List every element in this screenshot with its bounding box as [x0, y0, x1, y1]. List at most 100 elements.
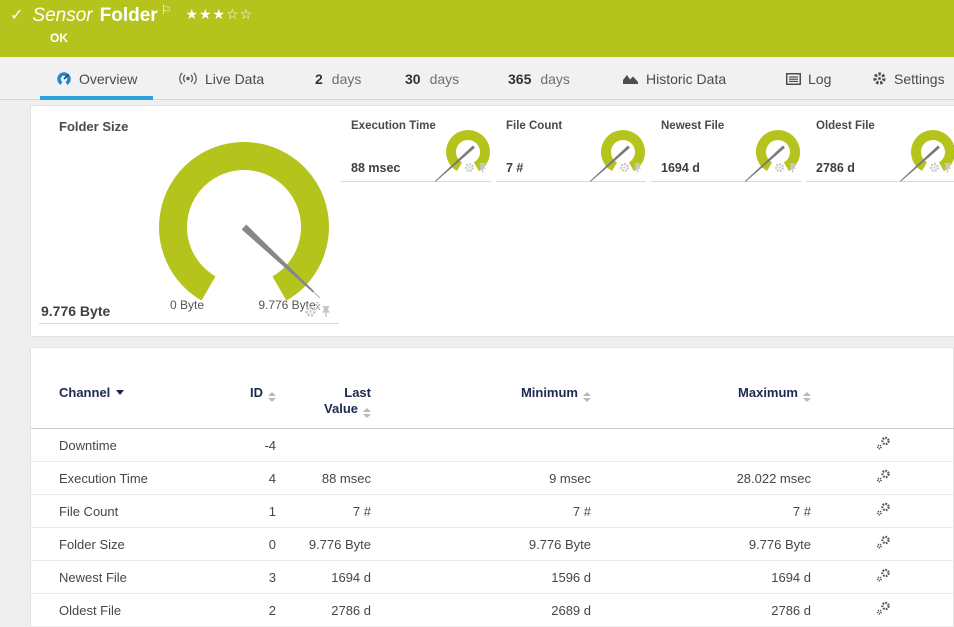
sort-desc-icon — [116, 390, 125, 395]
channel-name[interactable]: File Count — [31, 494, 221, 528]
gauge-value: 1694 d — [661, 161, 700, 175]
gauge-title: Folder Size — [59, 119, 129, 134]
table-row[interactable]: Execution Time 4 88 msec 9 msec 28.022 m… — [31, 461, 954, 495]
sensor-name: Folder — [99, 5, 158, 26]
gauge-icon — [57, 71, 71, 86]
gauge-title: File Count — [506, 120, 563, 132]
gauge-title: Oldest File — [816, 120, 875, 132]
channel-name[interactable]: Downtime — [31, 428, 221, 462]
channel-maximum — [591, 428, 811, 462]
tab-30-days[interactable]: 30 days — [405, 57, 459, 100]
channel-last-value: 9.776 Byte — [276, 527, 371, 561]
channel-minimum: 7 # — [371, 494, 591, 528]
channel-last-value: 7 # — [276, 494, 371, 528]
channel-id: -4 — [221, 428, 276, 462]
channel-name[interactable]: Oldest File — [31, 593, 221, 627]
gauge-tile-oldest-file[interactable]: Oldest File 2786 d — [806, 114, 954, 182]
sensor-type-label: Sensor — [32, 5, 93, 26]
tab-label: Historic Data — [646, 70, 727, 87]
status-ok-check-icon: ✓ — [10, 7, 24, 24]
tab-label: Live Data — [205, 70, 265, 87]
column-header-last-value[interactable]: Last Value — [276, 382, 371, 429]
channel-maximum: 1694 d — [591, 560, 811, 594]
status-badge: OK — [50, 31, 68, 45]
tab-label: days — [429, 70, 460, 87]
gauge-settings-gear-icon[interactable] — [929, 162, 940, 173]
channel-settings-gears-icon[interactable] — [876, 535, 891, 550]
channel-name[interactable]: Execution Time — [31, 461, 221, 495]
tab-bar: Overview Live Data 2 days 30 days 365 da… — [0, 57, 954, 100]
table-row[interactable]: Folder Size 0 9.776 Byte 9.776 Byte 9.77… — [31, 527, 954, 561]
sort-icon — [583, 392, 591, 402]
column-header-channel[interactable]: Channel — [31, 382, 221, 429]
gauge-title: Newest File — [661, 120, 725, 132]
channel-last-value: 88 msec — [276, 461, 371, 495]
tab-live-data[interactable]: Live Data — [178, 57, 264, 100]
channel-minimum: 9.776 Byte — [371, 527, 591, 561]
channel-id: 3 — [221, 560, 276, 594]
column-header-id[interactable]: ID — [221, 382, 276, 429]
sort-icon — [363, 408, 371, 418]
pin-icon[interactable] — [633, 162, 642, 173]
column-header-minimum[interactable]: Minimum — [371, 382, 591, 429]
pin-icon[interactable] — [478, 162, 487, 173]
tab-label: days — [540, 70, 570, 87]
channel-minimum: 1596 d — [371, 560, 591, 594]
gauge-tile-file-count[interactable]: File Count 7 # — [496, 114, 646, 182]
tab-365-days[interactable]: 365 days — [508, 57, 570, 100]
column-label: Maximum — [738, 385, 798, 400]
channel-settings-gears-icon[interactable] — [876, 568, 891, 583]
channel-minimum: 2689 d — [371, 593, 591, 627]
column-label: ID — [250, 385, 263, 400]
tab-settings[interactable]: Settings — [872, 57, 945, 100]
gauge-value: 9.776 Byte — [41, 303, 111, 319]
tab-number: 365 — [508, 70, 532, 87]
column-header-maximum[interactable]: Maximum — [591, 382, 811, 429]
channel-settings-gears-icon[interactable] — [876, 601, 891, 616]
gauge-tile-newest-file[interactable]: Newest File 1694 d — [651, 114, 801, 182]
log-list-icon — [786, 72, 801, 85]
channel-id: 4 — [221, 461, 276, 495]
table-row[interactable]: File Count 1 7 # 7 # 7 # — [31, 494, 954, 528]
channel-name[interactable]: Folder Size — [31, 527, 221, 561]
tab-log[interactable]: Log — [786, 57, 831, 100]
channel-name[interactable]: Newest File — [31, 560, 221, 594]
channel-maximum: 7 # — [591, 494, 811, 528]
tab-label: Log — [808, 70, 832, 87]
channel-last-value — [276, 428, 371, 462]
gauge-tile-execution-time[interactable]: Execution Time 88 msec — [341, 114, 491, 182]
tab-label: Settings — [894, 70, 945, 87]
channel-maximum: 9.776 Byte — [591, 527, 811, 561]
pin-icon[interactable] — [788, 162, 797, 173]
gauge-settings-gear-icon[interactable] — [304, 305, 317, 318]
gauge-scale-min: 0 Byte — [169, 298, 205, 312]
tab-overview[interactable]: Overview — [40, 57, 154, 100]
tab-2-days[interactable]: 2 days — [315, 57, 361, 100]
priority-stars[interactable]: ★★★☆☆ — [185, 6, 253, 23]
channels-table: Channel ID Last Value Minimum Maximum Do… — [31, 382, 954, 627]
gauge-settings-gear-icon[interactable] — [464, 162, 475, 173]
table-row[interactable]: Downtime -4 — [31, 428, 954, 462]
table-row[interactable]: Oldest File 2 2786 d 2689 d 2786 d — [31, 593, 954, 627]
sensor-header: ✓ Sensor Folder ⚐ ★★★☆☆ OK — [0, 0, 954, 57]
pin-icon[interactable] — [321, 305, 331, 318]
tab-historic-data[interactable]: Historic Data — [622, 57, 726, 100]
tab-label: days — [331, 70, 362, 87]
oldest-file-gauge — [900, 130, 954, 182]
channel-maximum: 28.022 msec — [591, 461, 811, 495]
channel-minimum: 9 msec — [371, 461, 591, 495]
channel-id: 1 — [221, 494, 276, 528]
channel-settings-gears-icon[interactable] — [876, 469, 891, 484]
gauge-value: 88 msec — [351, 161, 401, 175]
gauge-settings-gear-icon[interactable] — [619, 162, 630, 173]
channel-settings-gears-icon[interactable] — [876, 436, 891, 451]
execution-time-gauge — [435, 130, 490, 182]
gauge-settings-gear-icon[interactable] — [774, 162, 785, 173]
sort-icon — [268, 392, 276, 402]
column-label: Minimum — [520, 385, 578, 400]
flag-icon[interactable]: ⚐ — [161, 3, 172, 17]
pin-icon[interactable] — [943, 162, 952, 173]
channel-settings-gears-icon[interactable] — [876, 502, 891, 517]
gauge-tile-folder-size[interactable]: Folder Size x̄ 0 Byte 9.776 Byte 9.776 B… — [39, 114, 339, 324]
table-row[interactable]: Newest File 3 1694 d 1596 d 1694 d — [31, 560, 954, 594]
